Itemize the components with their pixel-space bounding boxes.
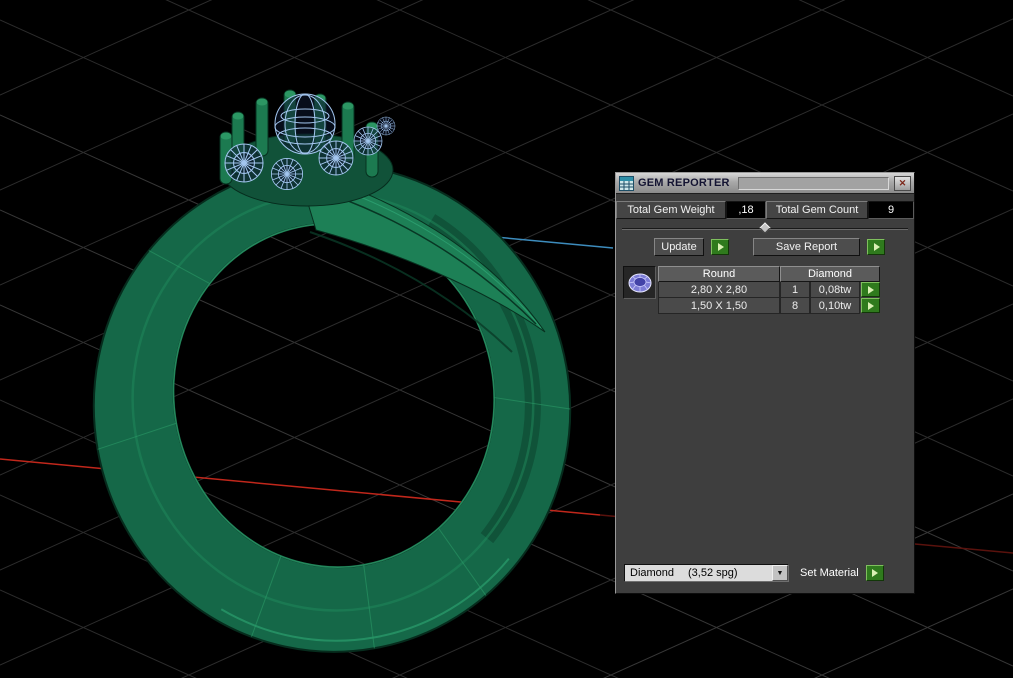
col-header-round: Round <box>658 266 780 282</box>
round-gem-icon <box>628 273 651 292</box>
update-go-button[interactable] <box>711 239 729 255</box>
col-header-diamond: Diamond <box>780 266 880 282</box>
play-icon <box>872 569 879 577</box>
gem-thumbnail[interactable] <box>623 266 656 299</box>
table-row[interactable]: 2,80 X 2,80 1 0,08tw <box>658 282 880 298</box>
gem-rows: Round Diamond 2,80 X 2,80 1 0,08tw 1,50 … <box>658 266 880 314</box>
totals-row: Total Gem Weight ,18 Total Gem Count 9 <box>616 201 914 219</box>
total-gem-count-label: Total Gem Count <box>766 201 868 219</box>
set-material-go-button[interactable] <box>865 565 884 581</box>
gem-reporter-panel: GEM REPORTER ✕ Total Gem Weight ,18 Tota… <box>615 172 915 594</box>
play-icon <box>873 243 880 251</box>
panel-title: GEM REPORTER <box>638 177 730 189</box>
table-header-row: Round Diamond <box>658 266 880 282</box>
gem-weight: 0,08tw <box>810 282 860 298</box>
total-gem-weight-value: ,18 <box>726 201 766 219</box>
actions-row: Update Save Report <box>616 238 914 256</box>
play-icon <box>868 301 874 310</box>
row-go-button[interactable] <box>861 298 880 313</box>
report-slider[interactable] <box>622 222 908 235</box>
table-row[interactable]: 1,50 X 1,50 8 0,10tw <box>658 298 880 314</box>
gem-table: Round Diamond 2,80 X 2,80 1 0,08tw 1,50 … <box>616 266 914 314</box>
play-icon <box>868 285 874 294</box>
update-button[interactable]: Update <box>654 238 704 256</box>
play-icon <box>717 243 724 251</box>
material-row: Diamond (3,52 spg) ▼ Set Material <box>616 564 914 593</box>
material-dropdown[interactable]: Diamond (3,52 spg) ▼ <box>624 564 789 582</box>
total-gem-count-value: 9 <box>868 201 914 219</box>
gem-count: 8 <box>780 298 810 314</box>
gem-size: 1,50 X 1,50 <box>658 298 780 314</box>
dropdown-arrow-icon[interactable]: ▼ <box>772 565 788 581</box>
row-go-button[interactable] <box>861 282 880 297</box>
panel-titlebar[interactable]: GEM REPORTER ✕ <box>616 173 914 194</box>
save-report-button[interactable]: Save Report <box>753 238 860 256</box>
gem-size: 2,80 X 2,80 <box>658 282 780 298</box>
slider-thumb[interactable] <box>759 222 771 234</box>
save-report-go-button[interactable] <box>867 239 885 255</box>
total-gem-weight-label: Total Gem Weight <box>616 201 726 219</box>
gem-count: 1 <box>780 282 810 298</box>
material-name: Diamond <box>630 567 675 579</box>
application-window: GEM REPORTER ✕ Total Gem Weight ,18 Tota… <box>0 0 1013 678</box>
material-spg: (3,52 spg) <box>688 567 738 579</box>
set-material-button[interactable]: Set Material <box>800 567 859 579</box>
gem-reporter-icon <box>619 175 634 191</box>
close-button[interactable]: ✕ <box>894 175 911 191</box>
titlebar-drag-area[interactable] <box>737 176 889 190</box>
gem-weight: 0,10tw <box>810 298 860 314</box>
